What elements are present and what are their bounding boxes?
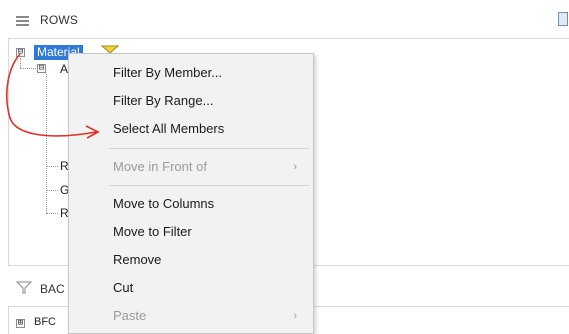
- menu-item-paste: Paste ›: [69, 303, 313, 329]
- tree-connector: [46, 213, 58, 214]
- menu-separator: [109, 185, 309, 186]
- menu-item-label: Filter By Member...: [113, 65, 223, 80]
- menu-item-cut[interactable]: Cut: [69, 275, 313, 301]
- tree-node-bfc[interactable]: BFC: [34, 316, 56, 328]
- panel-icon[interactable]: [558, 12, 568, 26]
- menu-item-label: Paste: [113, 308, 147, 323]
- menu-item-label: Cut: [113, 280, 134, 295]
- menu-item-move-to-filter[interactable]: Move to Filter: [69, 219, 313, 245]
- tree-connector: [46, 190, 58, 191]
- annotation-arrow-icon: [6, 53, 100, 139]
- menu-item-move-to-columns[interactable]: Move to Columns: [69, 191, 313, 217]
- menu-item-label: Filter By Range...: [113, 93, 214, 108]
- menu-separator: [109, 148, 309, 149]
- chevron-right-icon: ›: [293, 161, 297, 173]
- chevron-right-icon: ›: [293, 310, 297, 322]
- filter-funnel-icon: [16, 281, 32, 294]
- menu-item-label: Move in Front of: [113, 159, 207, 174]
- expand-icon[interactable]: ⊞: [16, 319, 25, 328]
- hamburger-icon: [16, 16, 29, 27]
- menu-item-remove[interactable]: Remove: [69, 247, 313, 273]
- menu-item-label: Move to Filter: [113, 224, 192, 239]
- menu-item-label: Remove: [113, 252, 162, 267]
- menu-item-label: Move to Columns: [113, 196, 215, 211]
- background-filter-label: BAC: [40, 282, 65, 296]
- tree-connector: [46, 166, 58, 167]
- rows-section-label: ROWS: [40, 13, 79, 27]
- menu-item-label: Select All Members: [113, 121, 225, 136]
